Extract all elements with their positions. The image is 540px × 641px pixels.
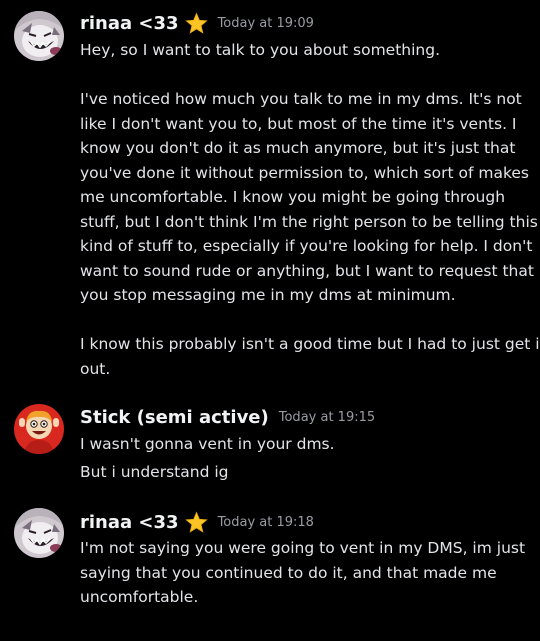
avatar-image xyxy=(14,508,64,558)
user-avatar[interactable] xyxy=(14,11,64,61)
username[interactable]: rinaa <33 xyxy=(80,13,179,34)
message-line: want to sound rude or anything, but I wa… xyxy=(80,261,534,280)
message-line: you stop messaging me in my dms at minim… xyxy=(80,286,456,304)
message-line: like I don't want you to, but most of th… xyxy=(80,114,517,133)
user-avatar[interactable] xyxy=(14,508,64,558)
star-icon xyxy=(184,12,208,35)
timestamp: Today at 19:15 xyxy=(278,410,376,425)
message-line: stuff, but I don't think I'm the right p… xyxy=(80,212,538,231)
message-line: out. xyxy=(80,359,111,378)
user-avatar[interactable] xyxy=(14,404,64,454)
message-line: But i understand ig xyxy=(80,463,229,481)
star-icon xyxy=(184,511,208,534)
avatar-image xyxy=(14,404,64,454)
username[interactable]: Stick (semi active) xyxy=(80,407,269,428)
message-line: I'm not saying you were going to vent in… xyxy=(80,539,526,557)
message-line: know you don't do it as much anymore, bu… xyxy=(80,139,516,157)
message-header: rinaa <33 Today at 19:18 xyxy=(80,511,314,534)
message-line: saying that you continued to do it, and … xyxy=(80,563,497,582)
username[interactable]: rinaa <33 xyxy=(80,512,179,533)
message-header: rinaa <33 Today at 19:09 xyxy=(80,12,314,35)
message-line: I wasn't gonna vent in your dms. xyxy=(80,435,335,453)
message-line: I've noticed how much you talk to me in … xyxy=(80,90,522,108)
message-line: me uncomfortable. I know you might be go… xyxy=(80,188,506,206)
avatar-image xyxy=(14,11,64,61)
timestamp: Today at 19:09 xyxy=(217,16,314,31)
message-line: Hey, so I want to talk to you about some… xyxy=(80,41,441,59)
timestamp: Today at 19:18 xyxy=(217,515,314,530)
message-line: uncomfortable. xyxy=(80,588,199,606)
message-line: I know this probably isn't a good time b… xyxy=(80,335,540,353)
message-line: you've done it without permission to, wh… xyxy=(80,163,529,182)
message-line: kind of stuff to, especially if you're l… xyxy=(80,237,533,255)
message-header: Stick (semi active) Today at 19:15 xyxy=(80,407,375,428)
